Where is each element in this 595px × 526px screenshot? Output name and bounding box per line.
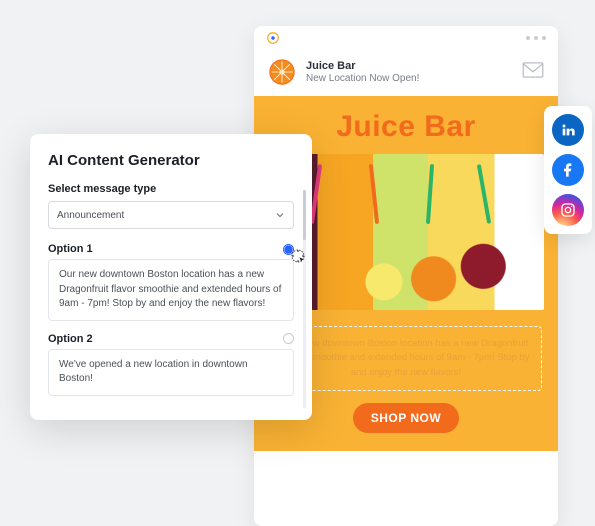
social-share-stack: [544, 106, 592, 234]
email-subject: New Location Now Open!: [306, 73, 419, 85]
option-1-label: Option 1: [48, 243, 93, 255]
app-logo-icon: [266, 31, 280, 45]
option-2-label: Option 2: [48, 333, 93, 345]
linkedin-button[interactable]: [552, 114, 584, 146]
instagram-button[interactable]: [552, 194, 584, 226]
ai-content-generator-panel: AI Content Generator Select message type…: [30, 134, 312, 420]
window-dots-icon: [526, 36, 546, 40]
shop-now-button[interactable]: SHOP NOW: [353, 403, 459, 433]
select-label: Select message type: [48, 183, 294, 195]
email-header: Juice Bar New Location Now Open!: [254, 50, 558, 96]
panel-title: AI Content Generator: [48, 152, 294, 169]
envelope-icon: [522, 62, 544, 83]
sender-name: Juice Bar: [306, 60, 419, 73]
option-1-text[interactable]: Our new downtown Boston location has a n…: [48, 259, 294, 321]
sender-logo-icon: [268, 58, 296, 86]
facebook-button[interactable]: [552, 154, 584, 186]
option-2-text[interactable]: We've opened a new location in downtown …: [48, 349, 294, 396]
option-2-radio[interactable]: [283, 333, 294, 344]
cursor-icon: [290, 248, 306, 264]
message-type-select[interactable]: [48, 201, 294, 229]
window-chrome: [254, 26, 558, 50]
scrollbar[interactable]: [303, 190, 306, 408]
